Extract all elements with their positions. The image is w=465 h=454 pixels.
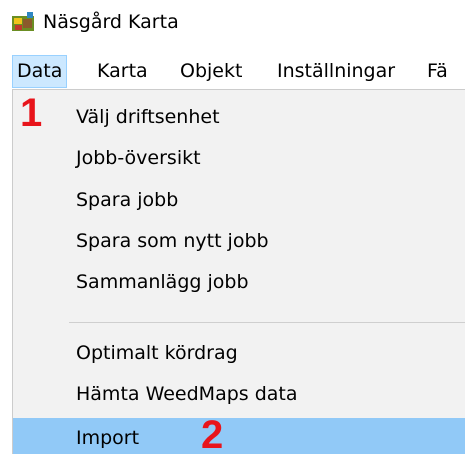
menu-item-valj-driftsenhet[interactable]: Välj driftsenhet — [13, 97, 465, 137]
menu-item-optimalt-kordrag[interactable]: Optimalt kördrag — [13, 333, 465, 373]
menu-item-import[interactable]: Import — [13, 418, 465, 454]
menu-item-hamta-weedmaps-data[interactable]: Hämta WeedMaps data — [13, 374, 465, 414]
menu-objekt[interactable]: Objekt — [176, 55, 246, 88]
app-window: Näsgård Karta Data Karta Objekt Inställn… — [0, 0, 465, 454]
menu-bar: Data Karta Objekt Inställningar Fä — [0, 55, 465, 90]
menu-fa[interactable]: Fä — [423, 55, 452, 88]
map-app-icon — [12, 12, 36, 32]
menu-item-spara-som-nytt-jobb[interactable]: Spara som nytt jobb — [13, 221, 465, 261]
menu-separator — [69, 322, 465, 323]
data-dropdown-menu: Välj driftsenhet Jobb-översikt Spara job… — [12, 89, 465, 454]
menu-karta[interactable]: Karta — [93, 55, 152, 88]
menu-item-spara-jobb[interactable]: Spara jobb — [13, 180, 465, 220]
menu-item-jobb-oversikt[interactable]: Jobb-översikt — [13, 138, 465, 178]
title-bar: Näsgård Karta — [0, 0, 465, 46]
menu-data[interactable]: Data — [12, 55, 68, 88]
menu-installningar[interactable]: Inställningar — [273, 55, 399, 88]
step-2-annotation: 2 — [201, 413, 224, 454]
window-title: Näsgård Karta — [43, 11, 179, 33]
step-1-annotation: 1 — [20, 91, 43, 135]
menu-item-sammanlagg-jobb[interactable]: Sammanlägg jobb — [13, 262, 465, 302]
